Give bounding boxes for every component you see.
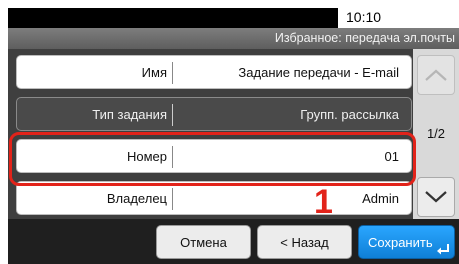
row-name-value: Задание передачи - E-mail bbox=[238, 65, 399, 80]
page-indicator: 1/2 bbox=[426, 126, 446, 141]
favorites-screen: Избранное: передача эл.почты Имя Задание… bbox=[8, 28, 459, 264]
status-time: 10:10 bbox=[346, 9, 382, 25]
number-row-highlight bbox=[9, 132, 416, 186]
row-divider bbox=[172, 104, 173, 126]
enter-icon bbox=[437, 244, 449, 255]
status-bar-black-area bbox=[8, 8, 338, 28]
chevron-down-icon bbox=[425, 191, 447, 203]
row-owner-label: Владелец bbox=[106, 191, 167, 206]
screen-title: Избранное: передача эл.почты bbox=[274, 31, 455, 45]
row-name[interactable]: Имя Задание передачи - E-mail bbox=[16, 55, 412, 89]
callout-number: 1 bbox=[314, 183, 333, 221]
row-owner[interactable]: Владелец Admin bbox=[16, 181, 412, 215]
row-owner-value: Admin bbox=[362, 191, 399, 206]
row-job-type-value: Групп. рассылка bbox=[300, 107, 399, 122]
row-divider bbox=[172, 188, 173, 210]
status-bar: 10:10 bbox=[8, 8, 459, 28]
scroll-down-button[interactable] bbox=[417, 177, 455, 217]
save-button-label: Сохранить bbox=[368, 234, 433, 250]
pager-column: 1/2 bbox=[413, 49, 459, 219]
row-job-type-label: Тип задания bbox=[92, 107, 167, 122]
row-name-label: Имя bbox=[141, 65, 167, 80]
bottom-action-bar: Отмена < Назад Сохранить bbox=[8, 219, 459, 264]
row-divider bbox=[172, 62, 173, 84]
save-button[interactable]: Сохранить bbox=[358, 225, 455, 259]
scroll-up-button[interactable] bbox=[417, 55, 455, 95]
row-job-type: Тип задания Групп. рассылка bbox=[16, 97, 412, 131]
chevron-up-icon bbox=[425, 69, 447, 81]
back-button[interactable]: < Назад bbox=[257, 225, 352, 259]
title-bar: Избранное: передача эл.почты bbox=[8, 28, 459, 49]
cancel-button[interactable]: Отмена bbox=[156, 225, 251, 259]
